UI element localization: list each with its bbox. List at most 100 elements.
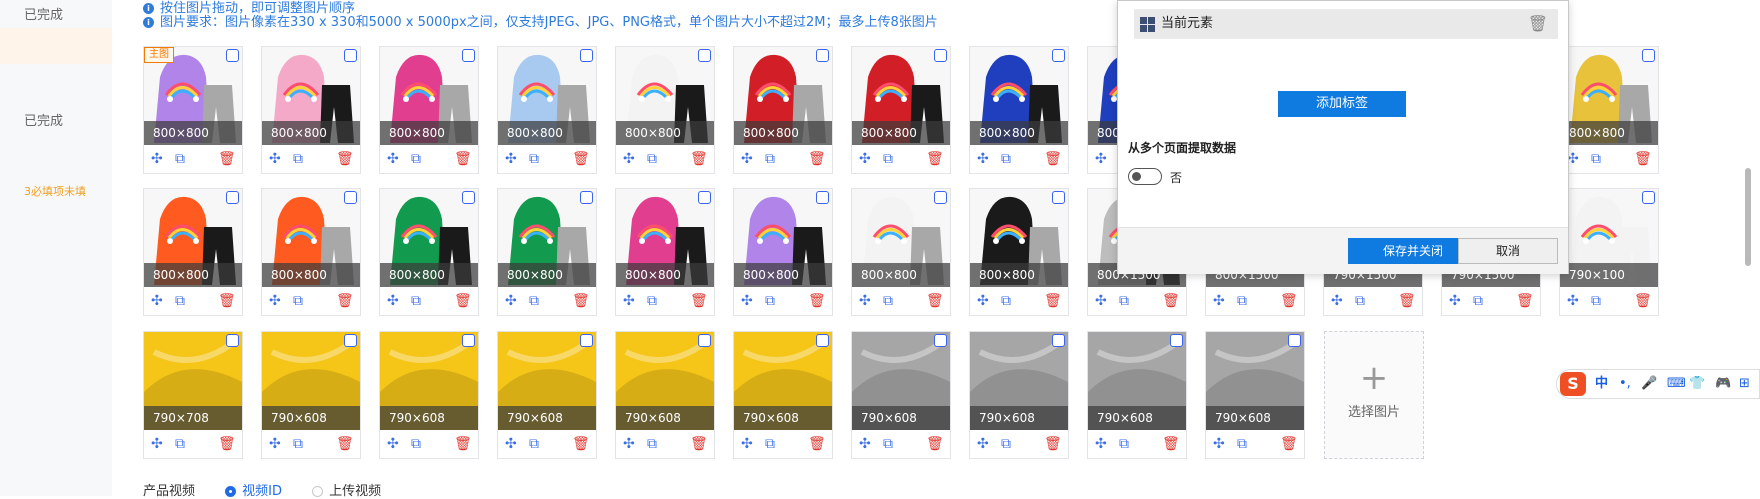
delete-icon[interactable]: 🗑 <box>1280 293 1298 309</box>
crop-icon[interactable]: ⧉ <box>529 151 539 167</box>
delete-icon[interactable]: 🗑 <box>572 293 590 309</box>
crop-icon[interactable]: ⧉ <box>765 436 775 452</box>
crop-icon[interactable]: ⧉ <box>647 436 657 452</box>
sogou-logo-icon[interactable]: S <box>1560 372 1586 396</box>
image-thumb[interactable]: 800×800 ✣ ⧉ 🗑 <box>969 188 1069 316</box>
select-checkbox[interactable] <box>934 49 947 62</box>
delete-icon[interactable]: 🗑 <box>454 436 472 452</box>
scrollbar-thumb[interactable] <box>1745 168 1751 266</box>
image-thumb[interactable]: 800×800 ✣ ⧉ 🗑 <box>851 46 951 174</box>
edit-magic-icon[interactable]: ✣ <box>505 436 517 452</box>
image-thumb[interactable]: 800×800 ✣ ⧉ 🗑 <box>143 188 243 316</box>
image-thumb[interactable]: 790×608 ✣ ⧉ 🗑 <box>733 331 833 459</box>
edit-magic-icon[interactable]: ✣ <box>269 293 281 309</box>
select-checkbox[interactable] <box>1642 49 1655 62</box>
delete-icon[interactable]: 🗑 <box>690 436 708 452</box>
image-thumb[interactable]: 790×608 ✣ ⧉ 🗑 <box>969 331 1069 459</box>
edit-magic-icon[interactable]: ✣ <box>387 151 399 167</box>
cancel-button[interactable]: 取消 <box>1458 238 1558 264</box>
edit-magic-icon[interactable]: ✣ <box>1095 293 1107 309</box>
delete-icon[interactable]: 🗑 <box>454 151 472 167</box>
delete-icon[interactable]: 🗑 <box>1162 436 1180 452</box>
crop-icon[interactable]: ⧉ <box>1237 293 1247 309</box>
microphone-icon[interactable]: 🎤 <box>1641 375 1657 393</box>
select-checkbox[interactable] <box>1170 334 1183 347</box>
select-checkbox[interactable] <box>226 191 239 204</box>
select-checkbox[interactable] <box>816 334 829 347</box>
radio-video-id[interactable]: 视频ID <box>225 484 282 499</box>
select-checkbox[interactable] <box>934 191 947 204</box>
multi-page-toggle[interactable] <box>1128 168 1162 185</box>
select-checkbox[interactable] <box>462 49 475 62</box>
crop-icon[interactable]: ⧉ <box>1001 436 1011 452</box>
crop-icon[interactable]: ⧉ <box>765 293 775 309</box>
nav-item-warning[interactable]: 3必填项未填 <box>24 183 86 199</box>
edit-magic-icon[interactable]: ✣ <box>1213 436 1225 452</box>
image-thumb[interactable]: 800×800 ✣ ⧉ 🗑 <box>615 188 715 316</box>
crop-icon[interactable]: ⧉ <box>647 151 657 167</box>
edit-magic-icon[interactable]: ✣ <box>1449 293 1461 309</box>
select-checkbox[interactable] <box>344 191 357 204</box>
select-checkbox[interactable] <box>698 191 711 204</box>
select-checkbox[interactable] <box>580 334 593 347</box>
delete-icon[interactable]: 🗑 <box>336 293 354 309</box>
delete-icon[interactable]: 🗑 <box>808 151 826 167</box>
select-checkbox[interactable] <box>462 334 475 347</box>
trash-icon[interactable]: 🗑 <box>1528 9 1548 39</box>
edit-magic-icon[interactable]: ✣ <box>505 151 517 167</box>
delete-icon[interactable]: 🗑 <box>454 293 472 309</box>
crop-icon[interactable]: ⧉ <box>1119 436 1129 452</box>
skin-icon[interactable]: 👕 <box>1689 375 1705 393</box>
delete-icon[interactable]: 🗑 <box>218 436 236 452</box>
edit-magic-icon[interactable]: ✣ <box>151 436 163 452</box>
crop-icon[interactable]: ⧉ <box>1001 293 1011 309</box>
radio-upload-video[interactable]: 上传视频 <box>312 484 381 499</box>
delete-icon[interactable]: 🗑 <box>1044 436 1062 452</box>
edit-magic-icon[interactable]: ✣ <box>977 151 989 167</box>
select-checkbox[interactable] <box>344 49 357 62</box>
delete-icon[interactable]: 🗑 <box>1044 293 1062 309</box>
delete-icon[interactable]: 🗑 <box>1634 293 1652 309</box>
crop-icon[interactable]: ⧉ <box>883 151 893 167</box>
crop-icon[interactable]: ⧉ <box>1591 151 1601 167</box>
image-thumb[interactable]: 800×800 ✣ ⧉ 🗑 <box>497 46 597 174</box>
delete-icon[interactable]: 🗑 <box>1634 151 1652 167</box>
crop-icon[interactable]: ⧉ <box>883 293 893 309</box>
select-checkbox[interactable] <box>1642 191 1655 204</box>
crop-icon[interactable]: ⧉ <box>647 293 657 309</box>
select-checkbox[interactable] <box>226 334 239 347</box>
crop-icon[interactable]: ⧉ <box>411 293 421 309</box>
delete-icon[interactable]: 🗑 <box>336 151 354 167</box>
nav-item-done-1[interactable]: 已完成 <box>24 4 63 23</box>
image-thumb[interactable]: 790×608 ✣ ⧉ 🗑 <box>1205 331 1305 459</box>
image-thumb[interactable]: 800×800 ✣ ⧉ 🗑 <box>497 188 597 316</box>
crop-icon[interactable]: ⧉ <box>529 436 539 452</box>
image-thumb[interactable]: 800×800 ✣ ⧉ 🗑 <box>733 188 833 316</box>
edit-magic-icon[interactable]: ✣ <box>623 293 635 309</box>
nav-item-done-2[interactable]: 已完成 <box>24 110 63 129</box>
delete-icon[interactable]: 🗑 <box>1398 293 1416 309</box>
select-checkbox[interactable] <box>1052 191 1065 204</box>
delete-icon[interactable]: 🗑 <box>690 151 708 167</box>
select-checkbox[interactable] <box>580 191 593 204</box>
delete-icon[interactable]: 🗑 <box>218 293 236 309</box>
image-thumb[interactable]: 800×800 ✣ ⧉ 🗑 主图 <box>143 46 243 174</box>
gamepad-icon[interactable]: 🎮 <box>1715 375 1731 393</box>
crop-icon[interactable]: ⧉ <box>293 436 303 452</box>
select-checkbox[interactable] <box>1052 49 1065 62</box>
edit-magic-icon[interactable]: ✣ <box>859 293 871 309</box>
edit-magic-icon[interactable]: ✣ <box>977 436 989 452</box>
edit-magic-icon[interactable]: ✣ <box>741 151 753 167</box>
edit-magic-icon[interactable]: ✣ <box>151 293 163 309</box>
crop-icon[interactable]: ⧉ <box>293 293 303 309</box>
edit-magic-icon[interactable]: ✣ <box>505 293 517 309</box>
select-checkbox[interactable] <box>226 49 239 62</box>
crop-icon[interactable]: ⧉ <box>765 151 775 167</box>
select-checkbox[interactable] <box>1288 334 1301 347</box>
image-thumb[interactable]: 790×608 ✣ ⧉ 🗑 <box>1087 331 1187 459</box>
edit-magic-icon[interactable]: ✣ <box>623 151 635 167</box>
crop-icon[interactable]: ⧉ <box>175 151 185 167</box>
edit-magic-icon[interactable]: ✣ <box>623 436 635 452</box>
image-thumb[interactable]: 800×800 ✣ ⧉ 🗑 <box>851 188 951 316</box>
crop-icon[interactable]: ⧉ <box>883 436 893 452</box>
